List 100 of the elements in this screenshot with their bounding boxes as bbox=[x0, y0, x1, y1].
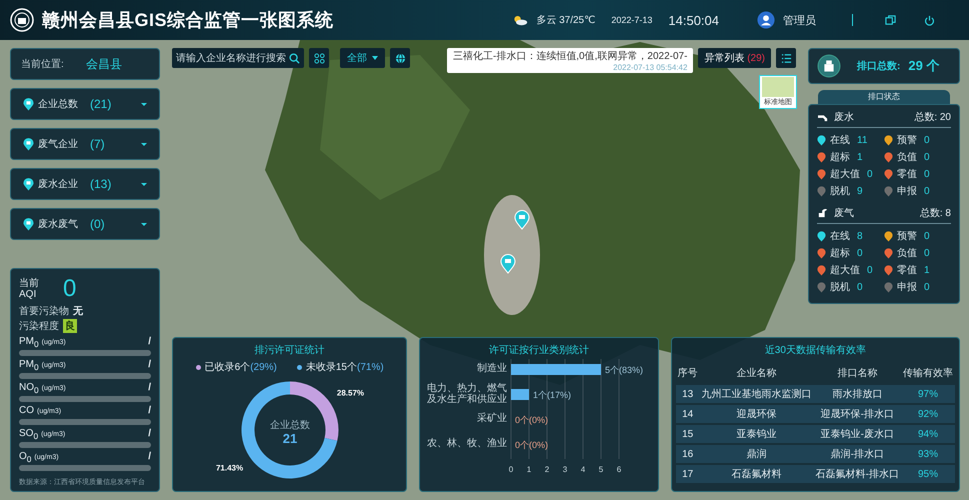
date-text: 2022-7-13 bbox=[611, 15, 652, 25]
globe-icon bbox=[394, 52, 406, 64]
column-header: 序号 bbox=[676, 366, 699, 381]
status-count: 0 bbox=[857, 248, 863, 258]
panel-title: 近30天数据传输有效率 bbox=[764, 344, 866, 357]
restore-window-icon[interactable] bbox=[885, 14, 896, 26]
donut-center-value: 21 bbox=[282, 431, 297, 446]
status-count: 1 bbox=[857, 152, 863, 162]
globe-button[interactable] bbox=[390, 48, 410, 68]
abnormal-list-button[interactable]: 异常列表 (29) bbox=[698, 48, 771, 68]
alert-ticker[interactable]: 三禧化工-排水口：连续恒值,0值,联网异常，2022-07- 2022-07-13 05:54:42 bbox=[446, 48, 694, 73]
pollutant-name: O$_{0}$ bbox=[19, 451, 32, 464]
legend-label: 已收录6个(29%) bbox=[204, 361, 277, 374]
filter-dropdown[interactable]: 全部 bbox=[340, 48, 385, 68]
bar-value-label: 1个(17%) bbox=[532, 390, 571, 400]
aqi-value: 0 bbox=[63, 275, 76, 303]
pollutant-reading: / bbox=[148, 382, 151, 393]
column-header: 企业名称 bbox=[736, 366, 778, 381]
pollutant-reading: / bbox=[148, 405, 151, 416]
search-field[interactable]: 请输入企业名称进行搜索 bbox=[172, 48, 304, 68]
category-card[interactable]: 废气企业 (7) bbox=[10, 128, 160, 160]
category-count: (13) bbox=[90, 177, 112, 191]
aqi-label: 当前 AQI bbox=[19, 278, 40, 300]
table-cell: 95% bbox=[901, 465, 955, 483]
building-icon bbox=[817, 54, 841, 78]
category-card[interactable]: 企业总数 (21) bbox=[10, 88, 160, 120]
status-label: 超标 bbox=[830, 246, 850, 260]
axis-tick-label: 0 bbox=[508, 465, 514, 474]
category-axis-label: 制造业 bbox=[476, 363, 507, 374]
location-pin-icon bbox=[23, 138, 34, 150]
table-cell: 15 bbox=[676, 425, 700, 443]
power-icon[interactable] bbox=[924, 14, 935, 26]
category-label: 废气企业 bbox=[38, 138, 79, 151]
slice-label: 71.43% bbox=[216, 463, 243, 472]
table-cell: 13 bbox=[676, 385, 700, 403]
axis-tick-label: 1 bbox=[526, 465, 532, 474]
status-count: 0 bbox=[924, 168, 930, 180]
app-title: 赣州会昌县GIS综合监管一张图系统 bbox=[42, 9, 334, 32]
status-count: 9 bbox=[857, 186, 863, 196]
status-label: 在线 bbox=[830, 134, 850, 147]
pollutant-name: SO$_{0}$ bbox=[19, 428, 38, 441]
pollutant-reading: / bbox=[148, 428, 151, 439]
user-avatar-icon[interactable] bbox=[757, 11, 775, 29]
status-count: 0 bbox=[924, 152, 930, 162]
pollutant-name: PM$_{0}$ bbox=[19, 359, 39, 372]
donut-center-label: 企业总数 bbox=[270, 420, 310, 431]
bar-value-label: 0个(0%) bbox=[514, 440, 548, 450]
status-label: 负值 bbox=[897, 151, 917, 164]
status-label: 负值 bbox=[897, 247, 917, 260]
status-count: 0 bbox=[924, 282, 930, 292]
status-label: 申报 bbox=[897, 280, 917, 294]
outlet-total-label: 排口总数: bbox=[857, 60, 900, 73]
outlet-total-value: 29 个 bbox=[908, 57, 940, 75]
table-cell: 亚泰钨业 bbox=[700, 425, 814, 443]
pollutant-name: PM$_{0}$ bbox=[19, 336, 39, 349]
outlet-type-name: 废水 bbox=[834, 110, 854, 124]
table-cell: 迎晟环保-排水口 bbox=[814, 405, 901, 423]
location-pin-icon bbox=[23, 178, 34, 190]
user-name[interactable]: 管理员 bbox=[783, 12, 816, 28]
weather-text: 多云 37/25℃ bbox=[536, 14, 596, 27]
location-label: 当前位置: bbox=[21, 58, 64, 71]
list-button[interactable] bbox=[776, 48, 796, 68]
category-axis-label: 农、林、牧、渔业 bbox=[426, 438, 507, 449]
caret-icon bbox=[141, 102, 147, 106]
table-cell: 94% bbox=[901, 425, 955, 443]
pollutant-name: CO bbox=[19, 405, 34, 416]
category-card[interactable]: 废水废气 (0) bbox=[10, 208, 160, 240]
category-count: (7) bbox=[90, 137, 106, 151]
axis-tick-label: 2 bbox=[544, 465, 550, 474]
four-circles-icon bbox=[314, 52, 324, 64]
table-cell: 17 bbox=[676, 465, 700, 483]
status-count: 11 bbox=[857, 134, 868, 146]
status-count: 0 bbox=[867, 264, 873, 276]
axis-tick-label: 6 bbox=[616, 465, 622, 474]
pollutant-reading: / bbox=[148, 336, 151, 347]
location-pin-icon bbox=[23, 98, 34, 110]
table-cell: 雨水排放口 bbox=[814, 385, 901, 403]
location-pin-icon bbox=[23, 218, 34, 230]
column-header: 传输有效率 bbox=[902, 366, 954, 381]
grid-button[interactable] bbox=[309, 48, 329, 68]
search-icon[interactable] bbox=[289, 52, 300, 64]
category-count: (0) bbox=[90, 217, 106, 231]
status-label: 脱机 bbox=[830, 280, 850, 294]
category-count: (21) bbox=[90, 97, 112, 111]
pollution-degree-label: 污染程度 bbox=[19, 320, 59, 332]
category-label: 废水废气 bbox=[38, 218, 79, 231]
legend-label: 未收录15个(71%) bbox=[306, 360, 384, 374]
category-card[interactable]: 废水企业 (13) bbox=[10, 168, 160, 200]
outlet-type-name: 废气 bbox=[834, 206, 854, 220]
caret-icon bbox=[141, 182, 147, 186]
status-count: 0 bbox=[924, 134, 930, 146]
table-cell: 鼎润-排水口 bbox=[814, 445, 901, 463]
status-label: 在线 bbox=[830, 230, 850, 243]
category-axis-label: 采矿业 bbox=[476, 413, 507, 424]
panel-title: 许可证按行业类别统计 bbox=[488, 344, 589, 357]
table-cell: 16 bbox=[676, 445, 700, 463]
status-label: 预警 bbox=[897, 230, 917, 243]
caret-icon bbox=[141, 142, 147, 146]
pollutant-reading: / bbox=[148, 359, 151, 370]
status-label: 超大值 bbox=[830, 264, 860, 277]
